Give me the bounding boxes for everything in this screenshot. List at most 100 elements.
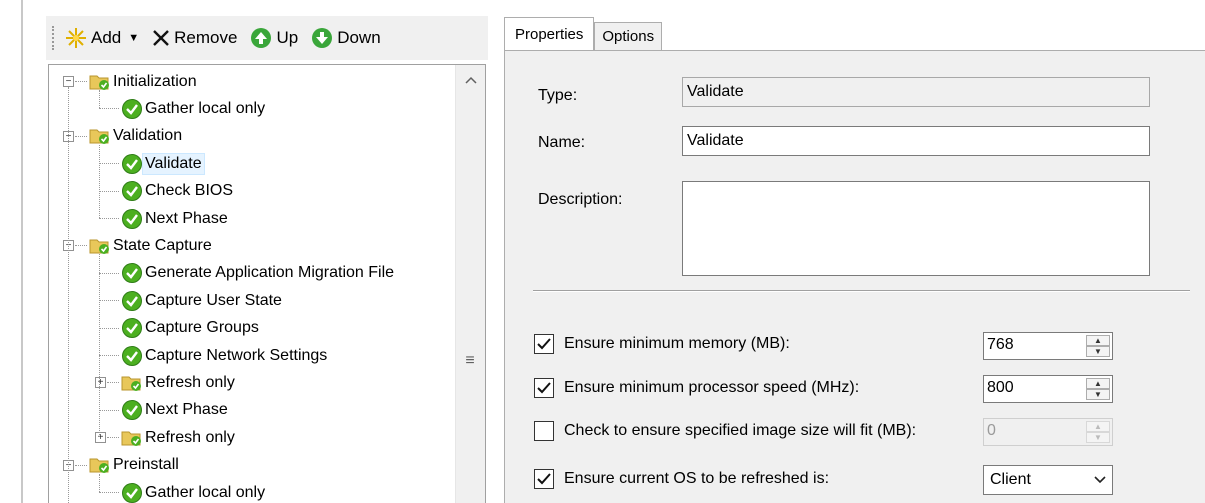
tree-item-label: State Capture xyxy=(113,236,212,254)
min-cpu-checkbox[interactable] xyxy=(534,378,554,398)
os-refresh-checkbox[interactable] xyxy=(534,469,554,489)
tree-group-item[interactable]: Initialization xyxy=(89,68,199,95)
image-size-label: Check to ensure specified image size wil… xyxy=(564,422,917,439)
collapse-icon[interactable]: − xyxy=(63,76,74,87)
min-memory-label: Ensure minimum memory (MB): xyxy=(564,335,790,352)
tree-item-label: Preinstall xyxy=(113,456,179,474)
tree-step-item[interactable]: Next Phase xyxy=(121,397,230,424)
min-cpu-row: Ensure minimum processor speed (MHz): xyxy=(534,378,859,398)
tree-step-item[interactable]: Check BIOS xyxy=(121,178,235,205)
tree-step-item[interactable]: Gather local only xyxy=(121,95,267,122)
check-circle-icon xyxy=(121,290,143,312)
tree-step-item[interactable]: Gather local only xyxy=(121,479,267,503)
remove-button[interactable]: Remove xyxy=(152,28,237,48)
spin-up-icon[interactable]: ▲ xyxy=(1086,335,1110,346)
image-size-stepper: 0 ▲ ▼ xyxy=(983,418,1113,446)
task-sequence-tree[interactable]: Initialization − Gather local only Validati… xyxy=(48,64,486,503)
check-circle-icon xyxy=(121,262,143,284)
expand-icon[interactable]: + xyxy=(95,432,106,444)
check-circle-icon xyxy=(121,399,143,421)
down-arrow-icon xyxy=(311,27,333,49)
tree-step-item[interactable]: Capture Network Settings xyxy=(121,342,329,369)
min-cpu-value[interactable]: 800 xyxy=(984,376,1084,402)
type-label: Type: xyxy=(538,87,578,104)
min-memory-value[interactable]: 768 xyxy=(984,333,1084,359)
tree-connector xyxy=(75,464,87,466)
type-field: Validate xyxy=(682,77,1150,107)
spin-down-icon[interactable]: ▼ xyxy=(1086,346,1110,357)
tree-connector xyxy=(99,327,119,329)
tree-item-label: Refresh only xyxy=(145,428,235,446)
tree-step-item[interactable]: Generate Application Migration File xyxy=(121,260,396,287)
folder-check-icon xyxy=(89,72,111,92)
os-type-value: Client xyxy=(990,471,1031,488)
name-label: Name: xyxy=(538,134,586,151)
folder-check-icon xyxy=(89,126,111,146)
tree-step-item[interactable]: Capture Groups xyxy=(121,315,261,342)
folder-check-icon xyxy=(121,373,143,393)
up-button[interactable]: Up xyxy=(250,27,298,49)
tree-connector xyxy=(99,144,100,218)
tree-connector xyxy=(99,272,119,274)
scroll-thumb-grip-icon[interactable]: ≡ xyxy=(464,353,476,369)
check-circle-icon xyxy=(121,482,143,503)
spin-down-icon: ▼ xyxy=(1086,432,1110,443)
vertical-scrollbar[interactable]: ≡ xyxy=(455,65,485,503)
check-circle-icon xyxy=(121,317,143,339)
min-memory-stepper[interactable]: 768 ▲ ▼ xyxy=(983,332,1113,360)
dropdown-arrow-icon: ▼ xyxy=(128,32,140,44)
min-cpu-stepper[interactable]: 800 ▲ ▼ xyxy=(983,375,1113,403)
tree-connector xyxy=(99,473,100,492)
add-button[interactable]: Add ▼ xyxy=(65,27,139,49)
add-label: Add xyxy=(91,28,122,47)
task-sequence-editor: Add ▼ Remove Up Down Initialization − Gath… xyxy=(0,0,1205,503)
chevron-down-icon xyxy=(1094,471,1106,489)
tree-connector xyxy=(68,87,69,503)
image-size-checkbox[interactable] xyxy=(534,421,554,441)
tab-properties[interactable]: Properties xyxy=(504,17,595,50)
spin-down-icon[interactable]: ▼ xyxy=(1086,389,1110,400)
scroll-up-icon[interactable] xyxy=(456,65,485,95)
check-circle-icon xyxy=(121,345,143,367)
check-circle-icon xyxy=(121,208,143,230)
tree-step-item[interactable]: Capture User State xyxy=(121,287,284,314)
description-label: Description: xyxy=(538,191,623,208)
add-sparkle-icon xyxy=(65,27,87,49)
image-size-row: Check to ensure specified image size wil… xyxy=(534,421,916,441)
tree-connector xyxy=(99,254,100,438)
tree-item-label: Capture Groups xyxy=(145,319,259,337)
tab-options[interactable]: Options xyxy=(594,22,663,50)
tree-connector xyxy=(99,108,119,110)
toolbar-grip[interactable] xyxy=(52,26,55,50)
down-button[interactable]: Down xyxy=(311,27,381,49)
tree-group-item[interactable]: Refresh only xyxy=(121,424,237,451)
tree-item-label: Validation xyxy=(113,127,183,145)
tree-step-item[interactable]: Validate xyxy=(121,150,205,177)
spin-up-icon: ▲ xyxy=(1086,421,1110,432)
tree-group-item[interactable]: State Capture xyxy=(89,232,214,259)
spin-up-icon[interactable]: ▲ xyxy=(1086,378,1110,389)
tree-connector xyxy=(107,437,119,439)
tree-group-item[interactable]: Validation xyxy=(89,123,184,150)
expand-icon[interactable]: + xyxy=(95,377,106,389)
tree-item-label: Next Phase xyxy=(145,401,228,419)
tree-group-item[interactable]: Preinstall xyxy=(89,452,181,479)
tree-step-item[interactable]: Next Phase xyxy=(121,205,230,232)
tree-connector xyxy=(75,81,87,82)
remove-x-icon xyxy=(152,29,170,47)
os-refresh-row: Ensure current OS to be refreshed is: xyxy=(534,469,829,489)
folder-check-icon xyxy=(121,428,143,448)
tree-item-label: Gather local only xyxy=(145,99,266,117)
min-cpu-label: Ensure minimum processor speed (MHz): xyxy=(564,379,860,396)
os-type-select[interactable]: Client xyxy=(983,465,1113,495)
down-label: Down xyxy=(337,28,381,47)
tree-item-label: Capture User State xyxy=(145,291,282,309)
tree-item-label: Validate xyxy=(142,152,205,175)
check-circle-icon xyxy=(121,180,143,202)
folder-check-icon xyxy=(89,236,111,256)
description-field[interactable] xyxy=(682,181,1150,276)
tree-group-item[interactable]: Refresh only xyxy=(121,369,237,396)
min-memory-checkbox[interactable] xyxy=(534,334,554,354)
tree-connector xyxy=(99,190,119,192)
name-field[interactable]: Validate xyxy=(682,126,1150,156)
